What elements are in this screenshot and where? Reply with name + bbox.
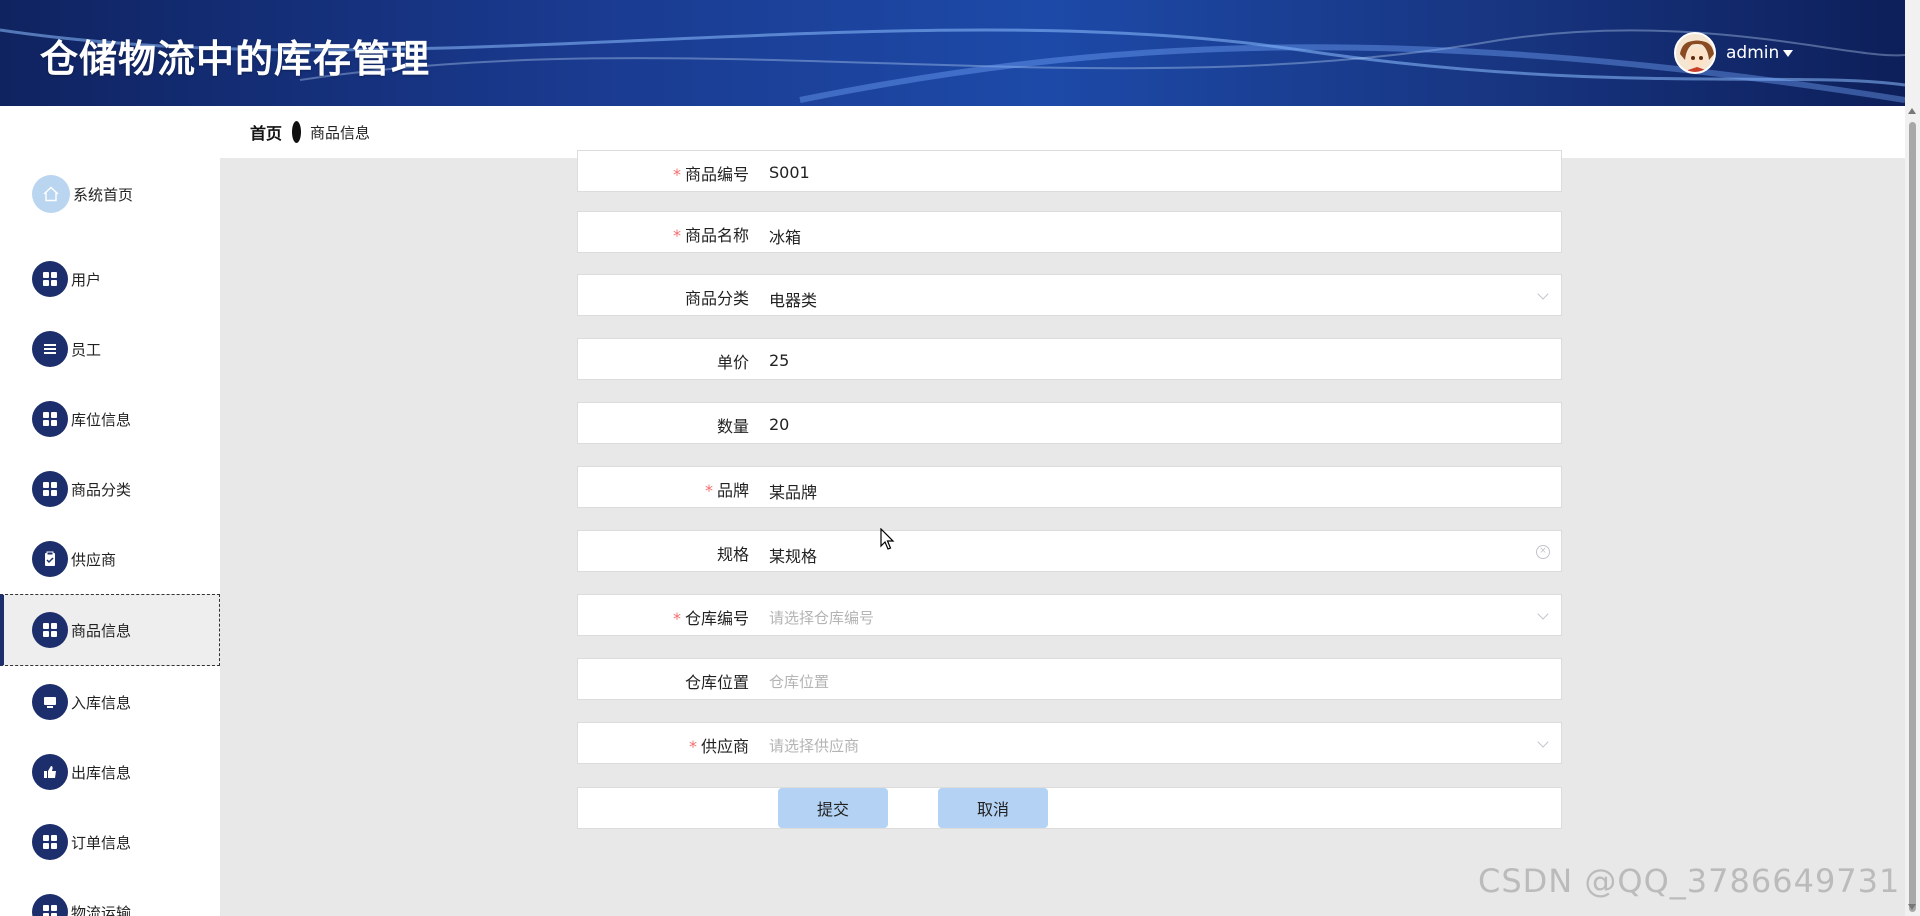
quantity-input[interactable]: 20 bbox=[769, 415, 789, 434]
field-label: 数量 bbox=[716, 417, 749, 436]
sidebar-item-label: 库位信息 bbox=[71, 410, 132, 429]
sidebar-item-users[interactable]: 用户 bbox=[0, 243, 220, 315]
product-name-input[interactable]: 冰箱 bbox=[769, 224, 801, 248]
sidebar-item-staff[interactable]: 员工 bbox=[0, 313, 220, 385]
field-label: 单价 bbox=[716, 353, 749, 372]
brand-input[interactable]: 某品牌 bbox=[769, 479, 817, 503]
scroll-up-icon[interactable] bbox=[1908, 108, 1916, 114]
field-label: * 供应商 bbox=[688, 737, 749, 756]
clear-icon[interactable]: × bbox=[1536, 545, 1550, 559]
scroll-thumb[interactable] bbox=[1909, 122, 1916, 912]
unit-price-input[interactable]: 25 bbox=[769, 351, 789, 370]
app-header: 仓储物流中的库存管理 admin bbox=[0, 0, 1905, 106]
field-label: 仓库位置 bbox=[684, 673, 749, 692]
field-label: * 商品编号 bbox=[672, 165, 749, 184]
required-mark: * bbox=[704, 481, 713, 500]
form-row-brand[interactable]: * 品牌 某品牌 bbox=[577, 466, 1562, 508]
field-label: * 品牌 bbox=[704, 481, 749, 500]
grid-icon bbox=[32, 471, 68, 507]
form-row-warehouse-location[interactable]: 仓库位置 仓库位置 bbox=[577, 658, 1562, 700]
product-category-select[interactable]: 电器类 bbox=[769, 287, 817, 311]
sidebar-item-label: 商品信息 bbox=[71, 621, 132, 640]
submit-button[interactable]: 提交 bbox=[778, 788, 888, 828]
sidebar: 系统首页 用户 员工 库位信息 商品分类 供应商 商品信息 入库信息 出库信息 … bbox=[0, 106, 220, 916]
monitor-icon bbox=[32, 684, 68, 720]
sidebar-item-label: 出库信息 bbox=[71, 763, 132, 782]
grid-icon bbox=[32, 824, 68, 860]
user-menu[interactable]: admin bbox=[1674, 32, 1794, 74]
sidebar-item-home[interactable]: 系统首页 bbox=[0, 158, 220, 230]
chevron-down-icon[interactable] bbox=[1783, 49, 1794, 57]
grid-icon bbox=[32, 261, 68, 297]
required-mark: * bbox=[688, 737, 697, 756]
sidebar-item-inbound[interactable]: 入库信息 bbox=[0, 666, 220, 738]
specification-input[interactable]: 某规格 bbox=[769, 543, 817, 567]
chevron-down-icon[interactable] bbox=[1537, 288, 1549, 300]
supplier-select[interactable]: 请选择供应商 bbox=[769, 735, 859, 756]
required-mark: * bbox=[672, 165, 681, 184]
form-row-specification[interactable]: 规格 某规格 × bbox=[577, 530, 1562, 572]
form-row-warehouse-code[interactable]: * 仓库编号 请选择仓库编号 bbox=[577, 594, 1562, 636]
sidebar-item-orders[interactable]: 订单信息 bbox=[0, 806, 220, 878]
form-row-supplier[interactable]: * 供应商 请选择供应商 bbox=[577, 722, 1562, 764]
breadcrumb-current: 商品信息 bbox=[310, 123, 371, 142]
home-icon bbox=[32, 175, 70, 213]
chevron-down-icon[interactable] bbox=[1537, 608, 1549, 620]
scroll-down-icon[interactable] bbox=[1908, 904, 1916, 910]
list-icon bbox=[32, 331, 68, 367]
field-label: * 仓库编号 bbox=[672, 609, 749, 628]
mouse-cursor-icon bbox=[880, 528, 895, 550]
watermark: CSDN @QQ_3786649731 bbox=[1478, 862, 1901, 900]
breadcrumb-home[interactable]: 首页 bbox=[250, 120, 282, 144]
username[interactable]: admin bbox=[1726, 43, 1779, 63]
sidebar-item-label: 供应商 bbox=[71, 550, 117, 569]
sidebar-item-product-info[interactable]: 商品信息 bbox=[0, 594, 220, 666]
sidebar-item-label: 入库信息 bbox=[71, 693, 132, 712]
chevron-down-icon[interactable] bbox=[1537, 736, 1549, 748]
sidebar-item-outbound[interactable]: 出库信息 bbox=[0, 736, 220, 808]
sidebar-item-label: 员工 bbox=[71, 340, 102, 359]
warehouse-code-select[interactable]: 请选择仓库编号 bbox=[769, 607, 874, 628]
required-mark: * bbox=[672, 226, 681, 245]
form-row-product-name[interactable]: * 商品名称 冰箱 bbox=[577, 211, 1562, 253]
app-title: 仓储物流中的库存管理 bbox=[40, 37, 431, 81]
grid-icon bbox=[32, 612, 68, 648]
required-mark: * bbox=[672, 609, 681, 628]
sidebar-item-logistics[interactable]: 物流运输 bbox=[0, 876, 220, 916]
clipboard-icon bbox=[32, 541, 68, 577]
sidebar-item-storage-location[interactable]: 库位信息 bbox=[0, 383, 220, 455]
thumb-icon bbox=[32, 754, 68, 790]
form-row-unit-price[interactable]: 单价 25 bbox=[577, 338, 1562, 380]
grid-icon bbox=[32, 894, 68, 916]
sidebar-item-label: 用户 bbox=[71, 270, 102, 289]
sidebar-item-label: 商品分类 bbox=[71, 480, 132, 499]
field-label: 商品分类 bbox=[684, 289, 749, 308]
product-code-input[interactable]: S001 bbox=[769, 163, 810, 182]
form-row-quantity[interactable]: 数量 20 bbox=[577, 402, 1562, 444]
page-scrollbar[interactable] bbox=[1905, 0, 1920, 916]
sidebar-item-category[interactable]: 商品分类 bbox=[0, 453, 220, 525]
sidebar-item-label: 物流运输 bbox=[71, 903, 132, 916]
main-content: * 商品编号 S001 * 商品名称 冰箱 商品分类 电器类 单价 25 数量 20… bbox=[220, 150, 1905, 916]
grid-icon bbox=[32, 401, 68, 437]
form-actions: 提交 取消 bbox=[577, 787, 1562, 829]
sidebar-item-label: 系统首页 bbox=[73, 185, 134, 204]
sidebar-item-label: 订单信息 bbox=[71, 833, 132, 852]
warehouse-location-input[interactable]: 仓库位置 bbox=[769, 671, 829, 692]
avatar-image bbox=[1676, 34, 1714, 72]
form-row-product-code[interactable]: * 商品编号 S001 bbox=[577, 150, 1562, 192]
form-row-product-category[interactable]: 商品分类 电器类 bbox=[577, 274, 1562, 316]
field-label: * 商品名称 bbox=[672, 226, 749, 245]
field-label: 规格 bbox=[716, 545, 749, 564]
avatar[interactable] bbox=[1674, 32, 1716, 74]
sidebar-item-supplier[interactable]: 供应商 bbox=[0, 523, 220, 595]
cancel-button[interactable]: 取消 bbox=[938, 788, 1048, 828]
breadcrumb-separator-icon bbox=[292, 121, 302, 143]
